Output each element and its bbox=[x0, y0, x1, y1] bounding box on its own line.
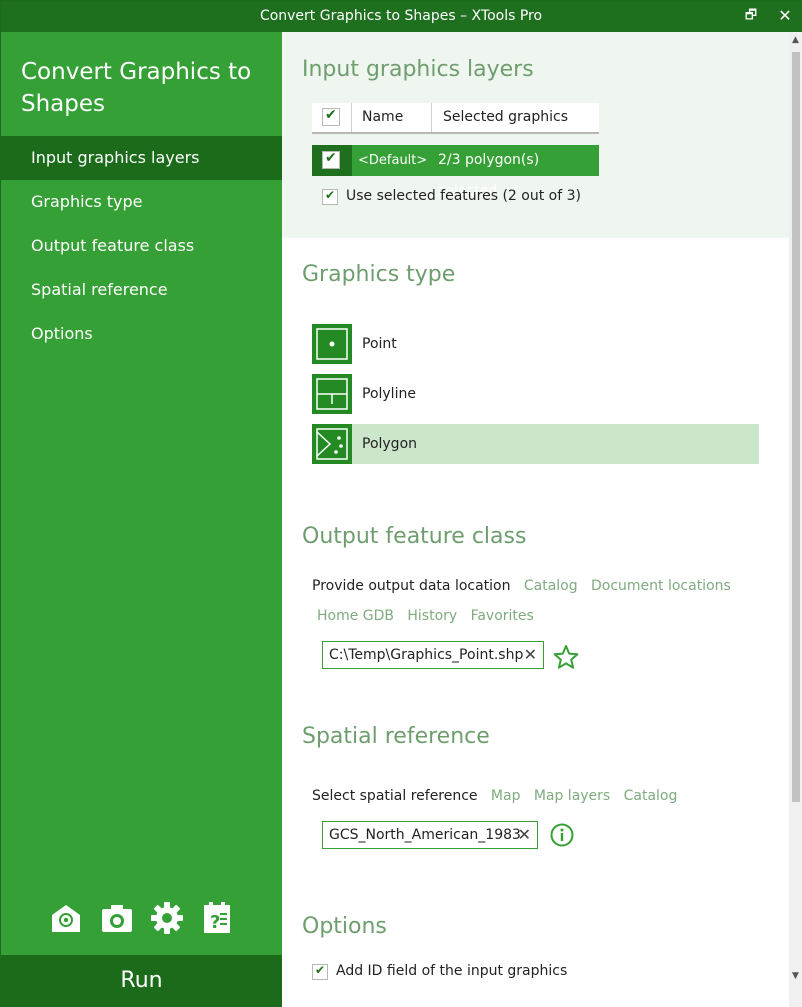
star-icon[interactable] bbox=[553, 644, 579, 670]
row-checkbox[interactable]: ✔ bbox=[312, 145, 352, 176]
table-row[interactable]: ✔ <Default> 2/3 polygon(s) selected bbox=[312, 145, 599, 199]
svg-text:?: ? bbox=[210, 912, 220, 933]
check-icon: ✔ bbox=[325, 107, 337, 123]
scroll-up-icon[interactable]: ▲ bbox=[791, 36, 800, 45]
link-map[interactable]: Map bbox=[491, 788, 521, 804]
row-layer-name: <Default> bbox=[358, 153, 428, 168]
footer-toolbar: ? bbox=[49, 901, 249, 941]
column-header-name[interactable]: Name bbox=[352, 103, 432, 132]
sidebar: Convert Graphics to Shapes Input graphic… bbox=[1, 32, 282, 1007]
clear-icon[interactable]: ✕ bbox=[518, 822, 531, 848]
app-window: Convert Graphics to Shapes – XTools Pro … bbox=[0, 0, 802, 1007]
spatial-reference-field[interactable]: GCS_North_American_1983 ✕ bbox=[322, 821, 538, 849]
window-title: Convert Graphics to Shapes – XTools Pro bbox=[259, 8, 543, 24]
sidebar-item-label: Spatial reference bbox=[31, 280, 168, 299]
link-catalog-spatial[interactable]: Catalog bbox=[624, 788, 678, 804]
input-graphics-title: Input graphics layers bbox=[302, 57, 534, 82]
point-icon bbox=[312, 324, 352, 364]
restore-icon[interactable]: 🗗 bbox=[742, 7, 760, 25]
link-map-layers[interactable]: Map layers bbox=[534, 788, 610, 804]
output-path-field[interactable]: C:\Temp\Graphics_Point.shp ✕ bbox=[322, 641, 544, 669]
camera-icon[interactable] bbox=[100, 901, 134, 935]
graphics-type-polyline[interactable]: Polyline bbox=[312, 374, 759, 414]
link-favorites[interactable]: Favorites bbox=[471, 608, 534, 624]
link-document-locations[interactable]: Document locations bbox=[591, 578, 731, 594]
select-spatial-reference-label: Select spatial reference bbox=[312, 788, 478, 804]
provide-location-label: Provide output data location bbox=[312, 578, 511, 594]
sidebar-item-label: Options bbox=[31, 324, 93, 343]
scroll-down-icon[interactable]: ▼ bbox=[791, 972, 800, 981]
spatial-reference-row: Select spatial reference Map Map layers … bbox=[312, 788, 677, 804]
add-id-field-label: Add ID field of the input graphics bbox=[336, 963, 568, 979]
output-path-value: C:\Temp\Graphics_Point.shp bbox=[329, 647, 524, 663]
link-home-gdb[interactable]: Home GDB bbox=[317, 608, 394, 624]
vertical-scrollbar[interactable]: ▲ ▼ bbox=[789, 32, 802, 1007]
check-icon: ✔ bbox=[315, 963, 326, 977]
spatial-reference-title: Spatial reference bbox=[302, 724, 490, 749]
sidebar-item-input-graphics-layers[interactable]: Input graphics layers bbox=[1, 136, 282, 180]
sidebar-item-spatial-reference[interactable]: Spatial reference bbox=[1, 268, 282, 312]
sidebar-item-label: Output feature class bbox=[31, 236, 195, 255]
link-history[interactable]: History bbox=[407, 608, 457, 624]
use-selected-label: Use selected features (2 out of 3) bbox=[346, 188, 581, 204]
input-graphics-section: Input graphics layers ✔ Name Selected gr… bbox=[282, 32, 789, 238]
options-title: Options bbox=[302, 914, 387, 939]
check-icon: ✔ bbox=[325, 188, 336, 202]
clear-icon[interactable]: ✕ bbox=[524, 642, 537, 668]
sidebar-item-label: Graphics type bbox=[31, 192, 143, 211]
main-panel: Input graphics layers ✔ Name Selected gr… bbox=[282, 32, 789, 1007]
help-icon[interactable]: ? bbox=[200, 901, 234, 935]
select-all-checkbox[interactable]: ✔ bbox=[312, 103, 352, 132]
gear-icon[interactable] bbox=[150, 901, 184, 935]
output-feature-class-title: Output feature class bbox=[302, 524, 527, 549]
sidebar-item-options[interactable]: Options bbox=[1, 312, 282, 356]
output-location-row-2: Home GDB History Favorites bbox=[317, 608, 534, 624]
layers-grid-header: ✔ Name Selected graphics bbox=[312, 103, 599, 134]
sidebar-item-graphics-type[interactable]: Graphics type bbox=[1, 180, 282, 224]
check-icon: ✔ bbox=[325, 150, 337, 166]
graphics-type-label: Polyline bbox=[362, 386, 416, 402]
graphics-type-polygon[interactable]: Polygon bbox=[312, 424, 759, 464]
info-icon[interactable] bbox=[550, 823, 574, 847]
sidebar-item-label: Input graphics layers bbox=[31, 148, 200, 167]
sidebar-heading: Convert Graphics to Shapes bbox=[21, 59, 252, 117]
run-button[interactable]: Run bbox=[1, 955, 282, 1007]
email-icon[interactable] bbox=[49, 901, 83, 935]
graphics-type-title: Graphics type bbox=[302, 262, 456, 287]
graphics-type-label: Point bbox=[362, 336, 397, 352]
graphics-type-label: Polygon bbox=[362, 436, 418, 452]
scrollbar-thumb[interactable] bbox=[792, 52, 800, 802]
close-icon[interactable]: ✕ bbox=[776, 7, 794, 25]
polygon-icon bbox=[312, 424, 352, 464]
column-header-selected-graphics[interactable]: Selected graphics bbox=[433, 103, 599, 132]
output-location-row: Provide output data location Catalog Doc… bbox=[312, 578, 731, 594]
sidebar-item-output-feature-class[interactable]: Output feature class bbox=[1, 224, 282, 268]
link-catalog[interactable]: Catalog bbox=[524, 578, 578, 594]
spatial-reference-value: GCS_North_American_1983 bbox=[329, 827, 521, 843]
polyline-icon bbox=[312, 374, 352, 414]
title-bar: Convert Graphics to Shapes – XTools Pro … bbox=[1, 1, 801, 32]
graphics-type-point[interactable]: Point bbox=[312, 324, 759, 364]
